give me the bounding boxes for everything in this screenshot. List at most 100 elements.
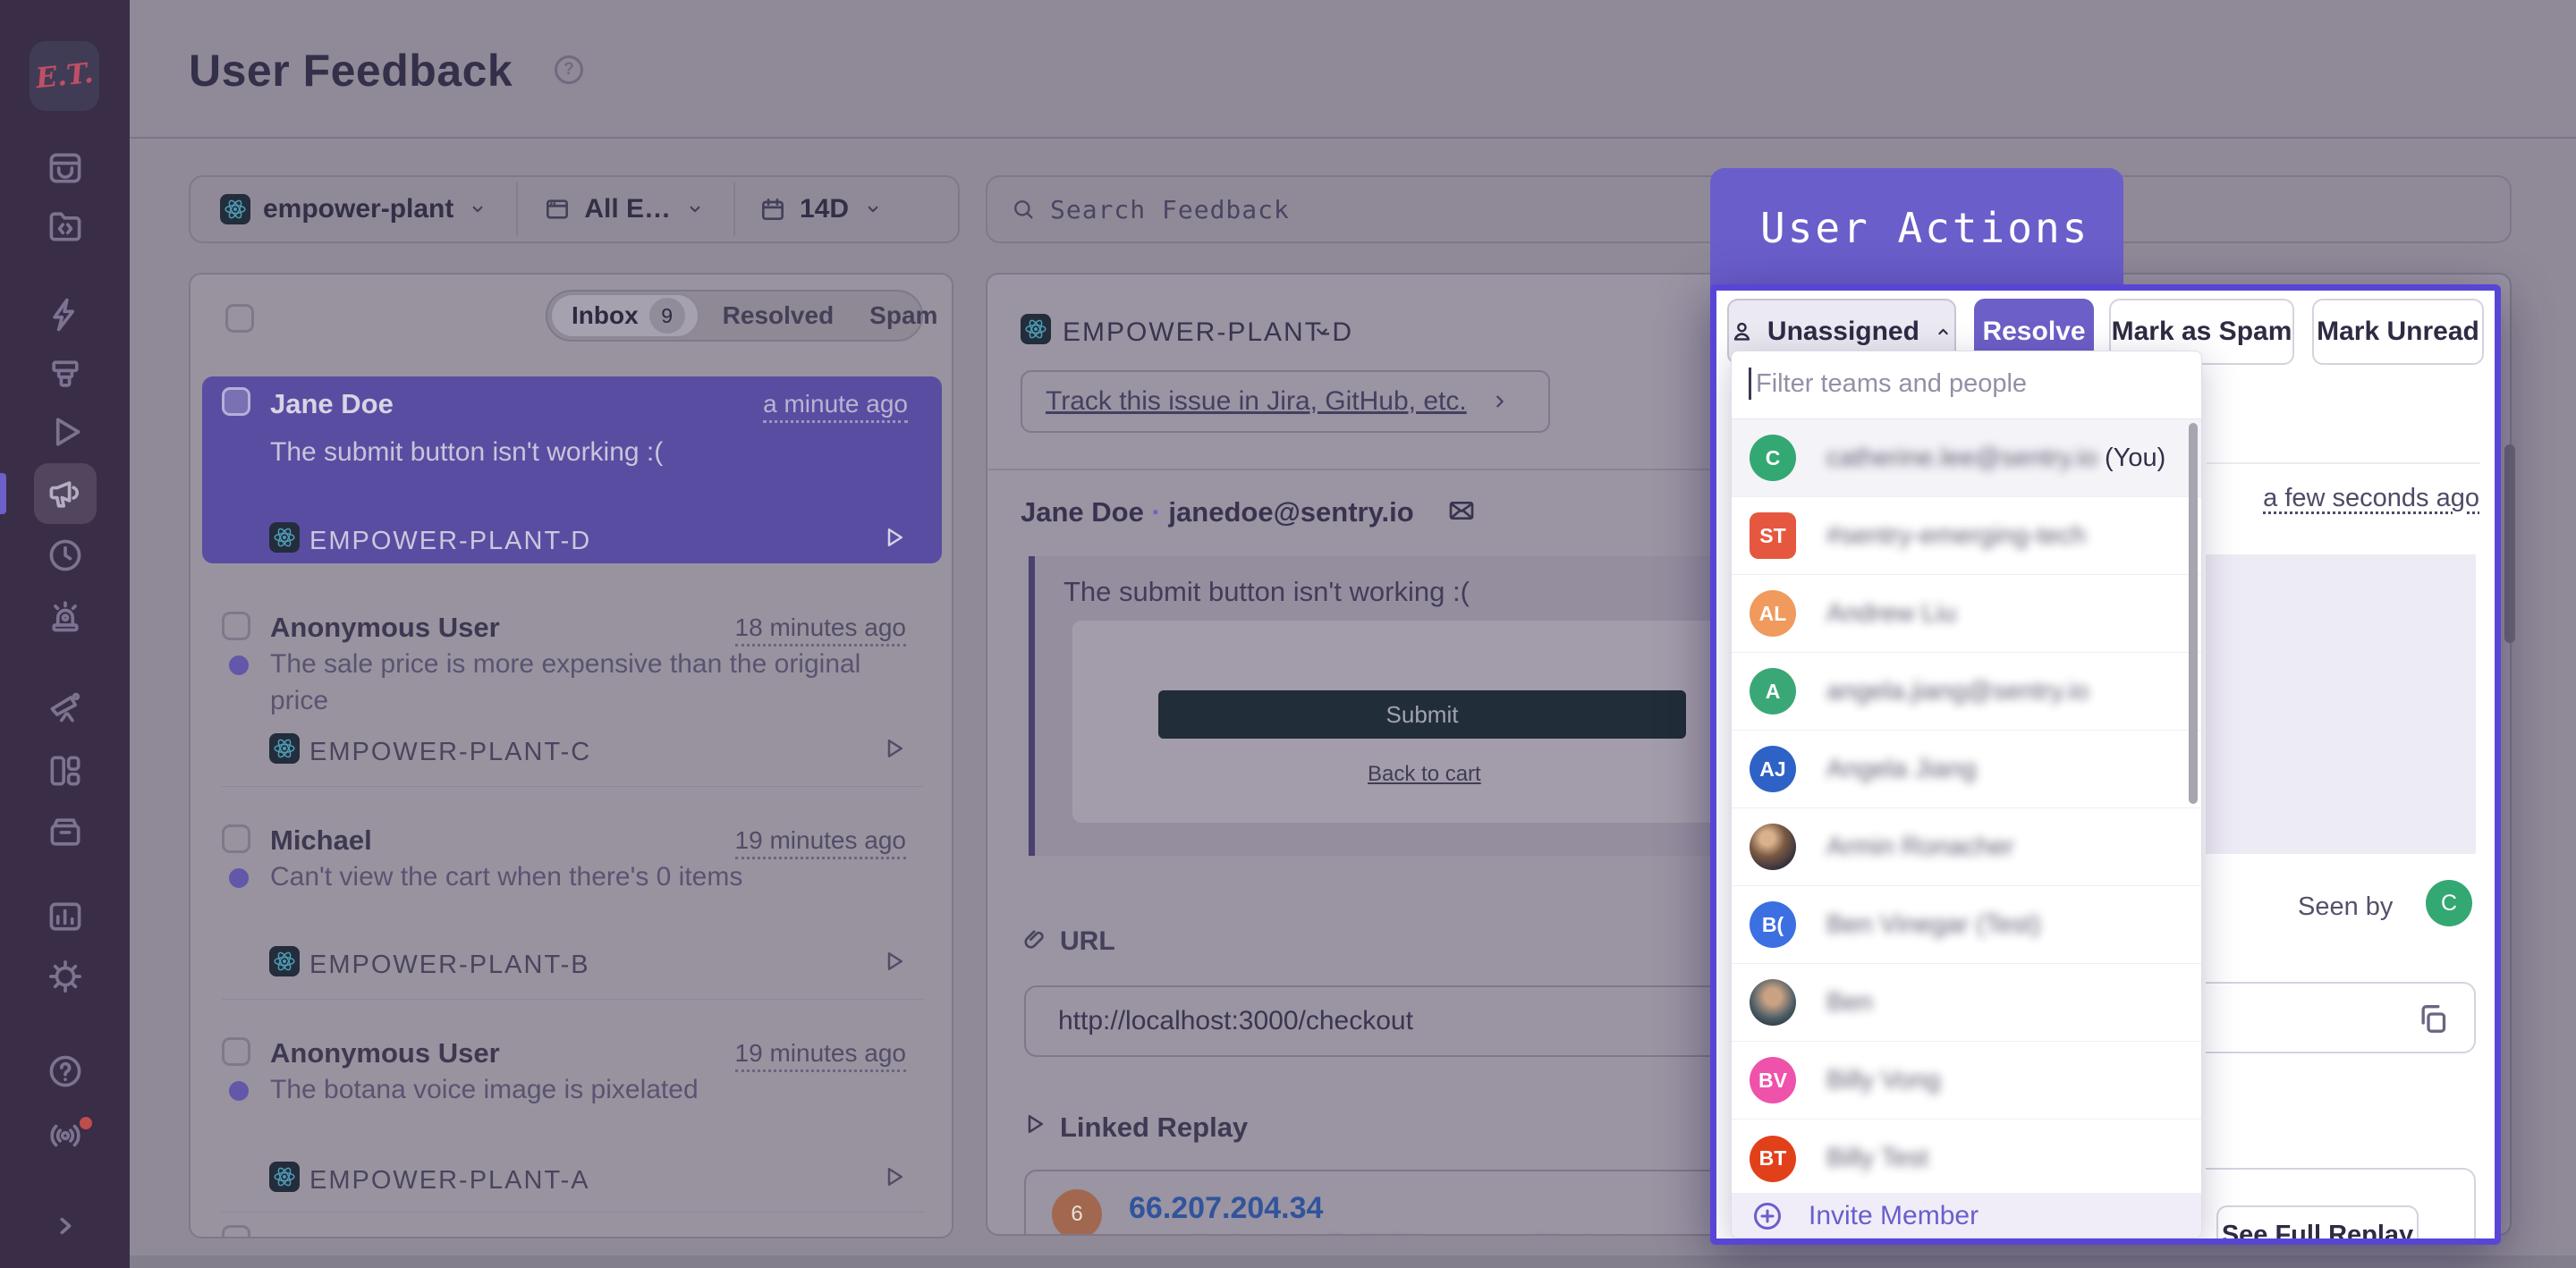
date-range-filter[interactable]: 14D: [800, 194, 849, 224]
see-full-replay-button[interactable]: See Full Replay: [2216, 1205, 2419, 1245]
issues-icon[interactable]: [46, 148, 85, 188]
react-project-icon: [269, 522, 300, 553]
select-all-checkbox[interactable]: [225, 304, 254, 333]
feedback-timestamp[interactable]: a few seconds ago: [2211, 484, 2479, 513]
item-project-slug: EMPOWER-PLANT-C: [309, 738, 591, 767]
replays-icon[interactable]: [46, 412, 85, 452]
item-project-slug: EMPOWER-PLANT-B: [309, 951, 590, 980]
collapse-sidebar-icon[interactable]: [46, 1206, 85, 1246]
discover-icon[interactable]: [46, 687, 85, 726]
chevron-down-icon: [466, 198, 489, 221]
replay-chip-icon: [1129, 1234, 1156, 1236]
notification-dot: [77, 1114, 95, 1132]
item-name: Michael: [270, 824, 372, 857]
item-message: The submit button isn't working :(: [270, 437, 663, 468]
member-you-suffix: (You): [2097, 444, 2165, 472]
stats-icon[interactable]: [46, 897, 85, 936]
email-icon[interactable]: [1445, 496, 1478, 525]
chevron-down-icon: [861, 198, 885, 221]
play-replay-icon[interactable]: [880, 1162, 907, 1191]
environment-filter[interactable]: All E…: [584, 194, 671, 224]
profiling-icon[interactable]: [46, 355, 85, 394]
screenshot-submit-button: Submit: [1158, 690, 1686, 739]
item-checkbox[interactable]: [222, 612, 250, 640]
item-name: Anonymous User: [270, 1037, 500, 1069]
member-row[interactable]: BT Billy Test: [1732, 1120, 2201, 1197]
person-icon: [1729, 318, 1755, 345]
settings-icon[interactable]: [46, 957, 85, 996]
play-replay-icon[interactable]: [880, 734, 907, 763]
tab-spam[interactable]: Spam: [869, 301, 937, 330]
sidebar: E.T.: [0, 0, 130, 1268]
page-help-icon[interactable]: ?: [555, 55, 583, 84]
member-name: Angela Jiang: [1826, 755, 1977, 784]
copy-icon[interactable]: [2415, 1000, 2451, 1037]
member-avatar: BV: [1750, 1057, 1796, 1103]
bright-divider: [2207, 462, 2480, 464]
search-input[interactable]: Search Feedback: [1050, 195, 1290, 224]
member-row[interactable]: ST #sentry-emerging-tech: [1732, 497, 2201, 575]
help-icon[interactable]: [46, 1052, 85, 1091]
filter-members-input[interactable]: Filter teams and people: [1756, 369, 2027, 399]
assignee-dropdown: Filter teams and people C catherine.lee@…: [1731, 351, 2202, 1238]
member-row[interactable]: AL Andrew Liu: [1732, 575, 2201, 653]
member-row[interactable]: B( Ben Vinegar (Test): [1732, 886, 2201, 964]
item-time: 19 minutes ago: [735, 826, 906, 859]
tab-resolved[interactable]: Resolved: [723, 301, 835, 330]
item-checkbox[interactable]: [222, 1037, 250, 1066]
play-replay-icon[interactable]: [880, 523, 907, 552]
feedback-message: The submit button isn't working :(: [1063, 576, 1470, 608]
reporter-line: Jane Doe · janedoe@sentry.io: [1021, 496, 1414, 528]
member-row[interactable]: C catherine.lee@sentry.io (You): [1732, 419, 2201, 497]
member-avatar: C: [1750, 435, 1796, 481]
text-cursor: [1749, 368, 1751, 400]
member-name: Andrew Liu: [1826, 599, 1956, 629]
item-checkbox[interactable]: [222, 1225, 250, 1238]
member-name: Armin Ronacher: [1826, 833, 2014, 862]
releases-icon[interactable]: [46, 812, 85, 851]
member-row[interactable]: AJ Angela Jiang: [1732, 731, 2201, 808]
feedback-icon[interactable]: [46, 474, 85, 513]
replay-section-icon[interactable]: [1021, 1110, 1047, 1138]
item-message: The botana voice image is pixelated: [270, 1075, 699, 1105]
bottom-edge: [130, 1255, 2576, 1268]
member-name: angela.jiang@sentry.io: [1826, 677, 2089, 706]
mark-unread-button[interactable]: Mark Unread: [2312, 299, 2484, 365]
inbox-count-badge: 9: [649, 298, 685, 334]
member-row[interactable]: BV Billy Vong: [1732, 1042, 2201, 1120]
page-title: User Feedback: [189, 45, 513, 97]
performance-icon[interactable]: [46, 295, 85, 334]
dashboards-icon[interactable]: [46, 751, 85, 790]
alerts-icon[interactable]: [46, 596, 85, 635]
member-row[interactable]: Ben: [1732, 964, 2201, 1042]
tab-inbox[interactable]: Inbox 9: [550, 293, 699, 338]
url-input-bright[interactable]: [2206, 982, 2476, 1053]
crons-icon[interactable]: [46, 536, 85, 575]
member-name: Billy Test: [1826, 1144, 1928, 1173]
member-row[interactable]: A angela.jiang@sentry.io: [1732, 653, 2201, 731]
replay-ip-link[interactable]: 66.207.204.34: [1129, 1191, 1323, 1226]
org-logo[interactable]: E.T.: [30, 41, 99, 111]
projects-icon[interactable]: [46, 207, 85, 246]
react-project-icon: [269, 946, 300, 976]
item-message: price: [270, 686, 328, 716]
page-scrollbar[interactable]: [2504, 444, 2515, 643]
item-time: 18 minutes ago: [735, 613, 906, 647]
filter-separator: [733, 182, 735, 236]
feedback-item-selected[interactable]: Jane Doe a minute ago The submit button …: [202, 376, 942, 563]
plus-circle-icon: [1751, 1200, 1784, 1232]
project-filter[interactable]: empower-plant: [263, 194, 453, 224]
member-avatar: BT: [1750, 1136, 1796, 1182]
item-checkbox[interactable]: [222, 824, 250, 853]
invite-member-row[interactable]: Invite Member: [1732, 1193, 2201, 1238]
chevron-down-icon: [1309, 319, 1335, 344]
item-checkbox[interactable]: [222, 387, 250, 416]
member-avatar: AJ: [1750, 746, 1796, 792]
play-replay-icon[interactable]: [880, 947, 907, 976]
dropdown-scrollbar[interactable]: [2189, 423, 2198, 804]
track-issue-button[interactable]: Track this issue in Jira, GitHub, etc.: [1021, 370, 1550, 433]
seen-by-avatar: C: [2426, 880, 2472, 926]
replay-label[interactable]: Linked Replay: [1060, 1112, 1248, 1144]
member-photo-avatar: [1750, 824, 1796, 870]
member-row[interactable]: Armin Ronacher: [1732, 808, 2201, 886]
